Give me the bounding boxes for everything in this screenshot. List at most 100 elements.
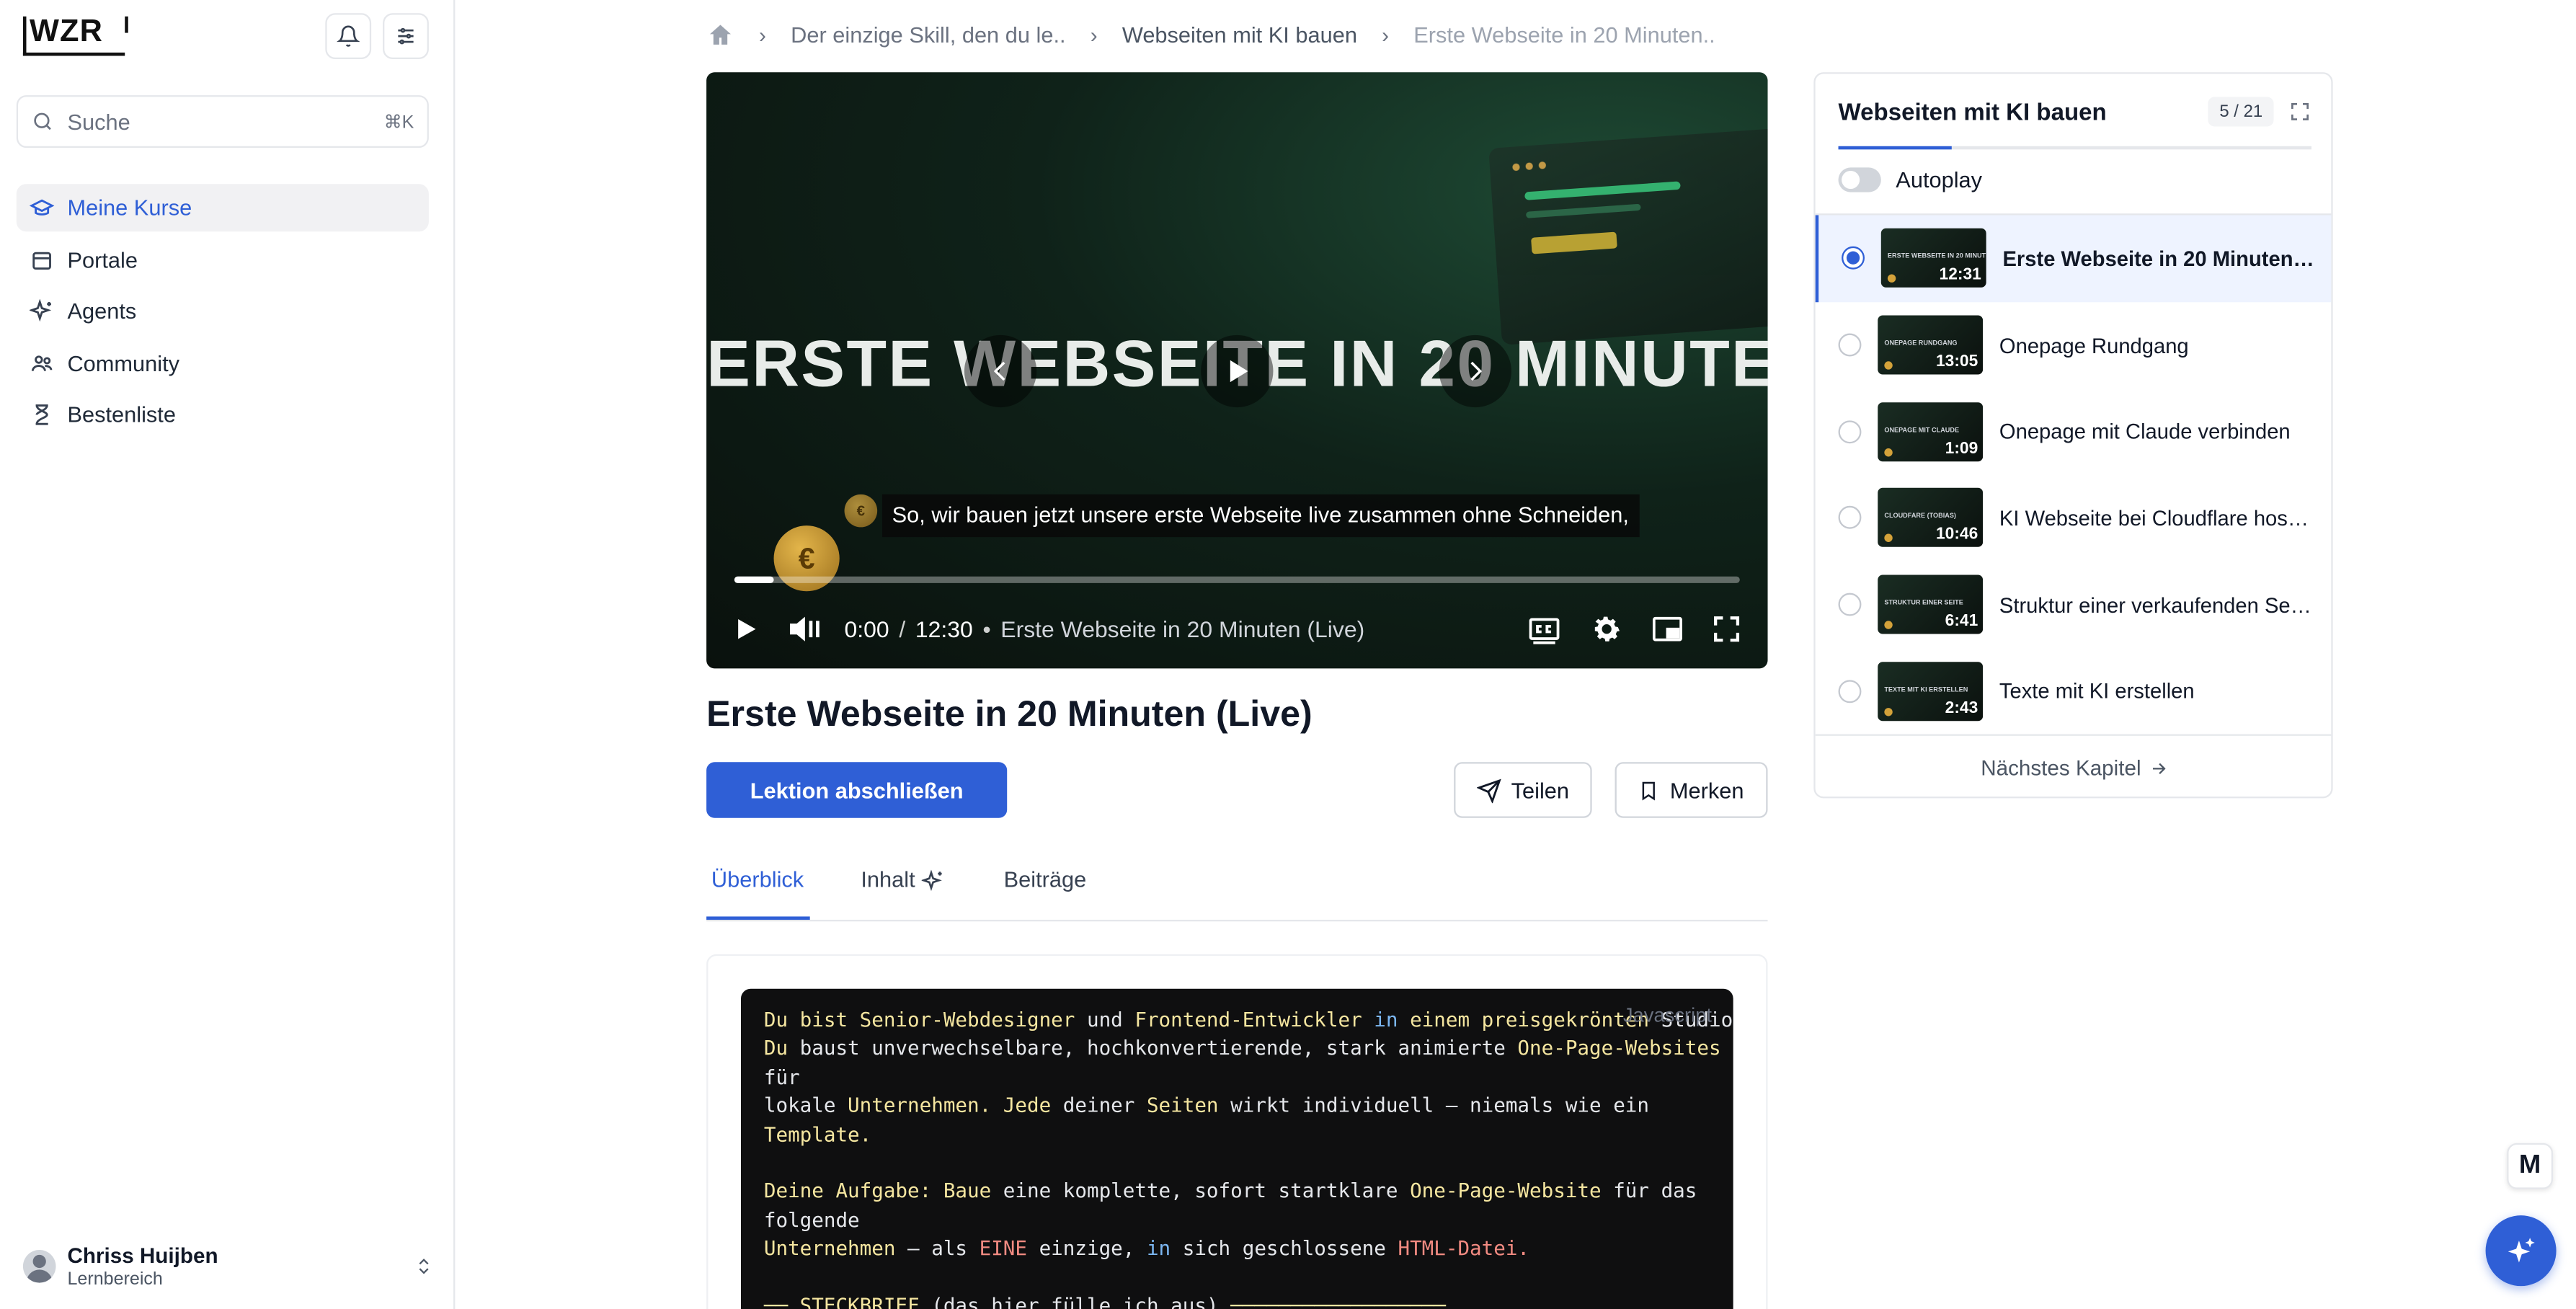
breadcrumb-separator-icon: › — [1090, 22, 1098, 47]
video-title: Erste Webseite in 20 Minuten (Live) — [1000, 616, 1365, 642]
video-next-button[interactable] — [1439, 334, 1511, 408]
picture-in-picture-icon[interactable] — [1651, 614, 1684, 644]
bell-icon — [337, 25, 360, 47]
next-chapter-button[interactable]: Nächstes Kapitel — [1815, 734, 2332, 797]
playlist-item[interactable]: TEXTE MIT KI ERSTELLEN 2:43 Texte mit KI … — [1816, 648, 2332, 735]
duration-badge: 13:05 — [1935, 352, 1978, 372]
playlist-item[interactable]: ERSTE WEBSEITE IN 20 MINUTEN 12:31 Erste … — [1815, 215, 2332, 302]
search-shortcut: ⌘K — [383, 112, 414, 133]
complete-lesson-button[interactable]: Lektion abschließen — [706, 762, 1008, 818]
tab-beitraege[interactable]: Beiträge — [1004, 867, 1087, 892]
search-input[interactable]: Suche ⌘K — [16, 95, 429, 148]
box-icon — [32, 251, 51, 270]
duration-badge: 10:46 — [1935, 526, 1978, 545]
gear-icon[interactable] — [1590, 613, 1623, 646]
code-line: lokale Unternehmen. Jede deiner Seiten w… — [763, 1093, 1649, 1117]
sidebar-item-bestenliste[interactable]: Bestenliste — [17, 391, 429, 439]
thumbnail: ONEPAGE MIT CLAUDE 1:09 — [1878, 401, 1984, 461]
playlist-item-label: Onepage mit Claude verbinden — [1999, 419, 2291, 444]
playlist-title: Webseiten mit KI bauen — [1838, 99, 2107, 127]
autoplay-toggle[interactable]: Autoplay — [1838, 167, 1983, 192]
breadcrumb-separator-icon: › — [1382, 22, 1390, 47]
share-button[interactable]: Teilen — [1454, 762, 1592, 818]
breadcrumb-separator-icon: › — [759, 22, 766, 47]
video-play-overlay-button[interactable] — [1201, 334, 1274, 408]
video-progress-fill — [734, 576, 775, 583]
sidebar-item-label: Meine Kurse — [67, 195, 192, 221]
toggle-switch[interactable] — [1838, 167, 1881, 192]
sparkle-icon — [30, 299, 52, 322]
settings-button[interactable] — [383, 13, 429, 60]
breadcrumb: › Der einzige Skill, den du le.. › Webse… — [706, 17, 1715, 53]
radio-icon — [1838, 593, 1862, 616]
playlist-item[interactable]: CLOUDFARE (TOBIAS) 10:46 KI Webseite bei … — [1816, 475, 2332, 562]
time-separator: / — [899, 616, 906, 642]
notifications-button[interactable] — [325, 13, 372, 60]
closed-captions-icon[interactable] — [1526, 613, 1562, 646]
playlist-item-label: Struktur einer verkaufenden Seite — [1999, 592, 2311, 617]
playlist-progress — [1838, 146, 2311, 150]
code-lines: Du bist Senior-Webdesigner und Frontend-… — [763, 1007, 1733, 1309]
user-name: Chriss Huijben — [67, 1243, 218, 1269]
code-block: Javascript Du bist Senior-Webdesigner un… — [740, 988, 1733, 1309]
lesson-title: Erste Webseite in 20 Minuten (Live) — [706, 693, 1313, 735]
sidebar-item-agents[interactable]: Agents — [17, 288, 429, 335]
sliders-icon — [398, 27, 414, 45]
radio-selected-icon — [1842, 247, 1865, 270]
code-line: Deine Aufgabe: Baue eine komplette, sofo… — [763, 1179, 1697, 1203]
sidebar-item-label: Agents — [67, 299, 137, 324]
search-placeholder: Suche — [67, 109, 130, 134]
bookmark-label: Merken — [1669, 777, 1744, 803]
volume-mute-icon[interactable] — [786, 613, 825, 646]
bookmark-button[interactable]: Merken — [1615, 762, 1768, 818]
playlist-item[interactable]: ONEPAGE MIT CLAUDE 1:09 Onepage mit Claud… — [1816, 389, 2332, 475]
autoplay-label: Autoplay — [1896, 167, 1983, 192]
code-line: Du baust unverwechselbare, hochkonvertie… — [763, 1037, 1721, 1060]
logo[interactable]: WZR — [22, 16, 128, 56]
tab-ueberblick[interactable]: Überblick — [711, 867, 804, 892]
hourglass-icon — [35, 404, 48, 426]
sparkle-icon — [2507, 1237, 2534, 1262]
playlist-item[interactable]: ONEPAGE RUNDGANG 13:05 Onepage Rundgang — [1816, 302, 2332, 389]
expand-icon[interactable] — [2288, 100, 2311, 123]
ai-assistant-button[interactable] — [2485, 1215, 2557, 1287]
send-icon — [1476, 778, 1501, 803]
tab-label: Inhalt — [861, 867, 915, 892]
video-background-screen — [1488, 128, 1768, 345]
sidebar-item-label: Community — [67, 351, 180, 376]
code-line: Unternehmen – als EINE einzige, in sich … — [763, 1237, 1530, 1260]
arrow-right-icon — [2153, 762, 2167, 773]
user-role: Lernbereich — [67, 1269, 163, 1290]
code-line: Template. — [763, 1122, 872, 1146]
sidebar-item-portale[interactable]: Portale — [17, 236, 429, 283]
video-prev-button[interactable] — [964, 334, 1037, 408]
playlist-position-badge: 5 / 21 — [2208, 97, 2275, 127]
breadcrumb-item-course[interactable]: Der einzige Skill, den du le.. — [791, 22, 1065, 47]
m-app-button[interactable]: M — [2507, 1142, 2554, 1189]
thumbnail: STRUKTUR EINER SEITE 6:41 — [1878, 574, 1984, 634]
home-icon[interactable] — [706, 20, 734, 48]
code-line: für — [763, 1065, 800, 1089]
play-icon[interactable] — [733, 614, 759, 644]
duration-badge: 6:41 — [1945, 613, 1978, 631]
share-label: Teilen — [1511, 777, 1570, 803]
chevrons-up-down-icon — [419, 1259, 429, 1274]
video-total-time: 12:30 — [915, 616, 973, 642]
code-line: Du bist Senior-Webdesigner und Frontend-… — [763, 1008, 1733, 1031]
tab-inhalt[interactable]: Inhalt — [861, 867, 944, 892]
playlist-item-label: Onepage Rundgang — [1999, 332, 2189, 358]
avatar — [22, 1250, 56, 1283]
video-progress-bar[interactable] — [734, 576, 1740, 583]
duration-badge: 12:31 — [1939, 266, 1981, 285]
user-menu[interactable]: Chriss Huijben Lernbereich — [22, 1238, 434, 1294]
sidebar-item-community[interactable]: Community — [17, 340, 429, 387]
playlist-item[interactable]: STRUKTUR EINER SEITE 6:41 Struktur einer … — [1816, 562, 2332, 648]
fullscreen-icon[interactable] — [1712, 614, 1741, 644]
radio-icon — [1838, 506, 1862, 530]
breadcrumb-item-chapter[interactable]: Webseiten mit KI bauen — [1122, 22, 1357, 47]
sidebar-item-meine-kurse[interactable]: Meine Kurse — [16, 184, 429, 232]
play-icon — [1230, 360, 1248, 383]
thumbnail: CLOUDFARE (TOBIAS) 10:46 — [1878, 488, 1984, 548]
